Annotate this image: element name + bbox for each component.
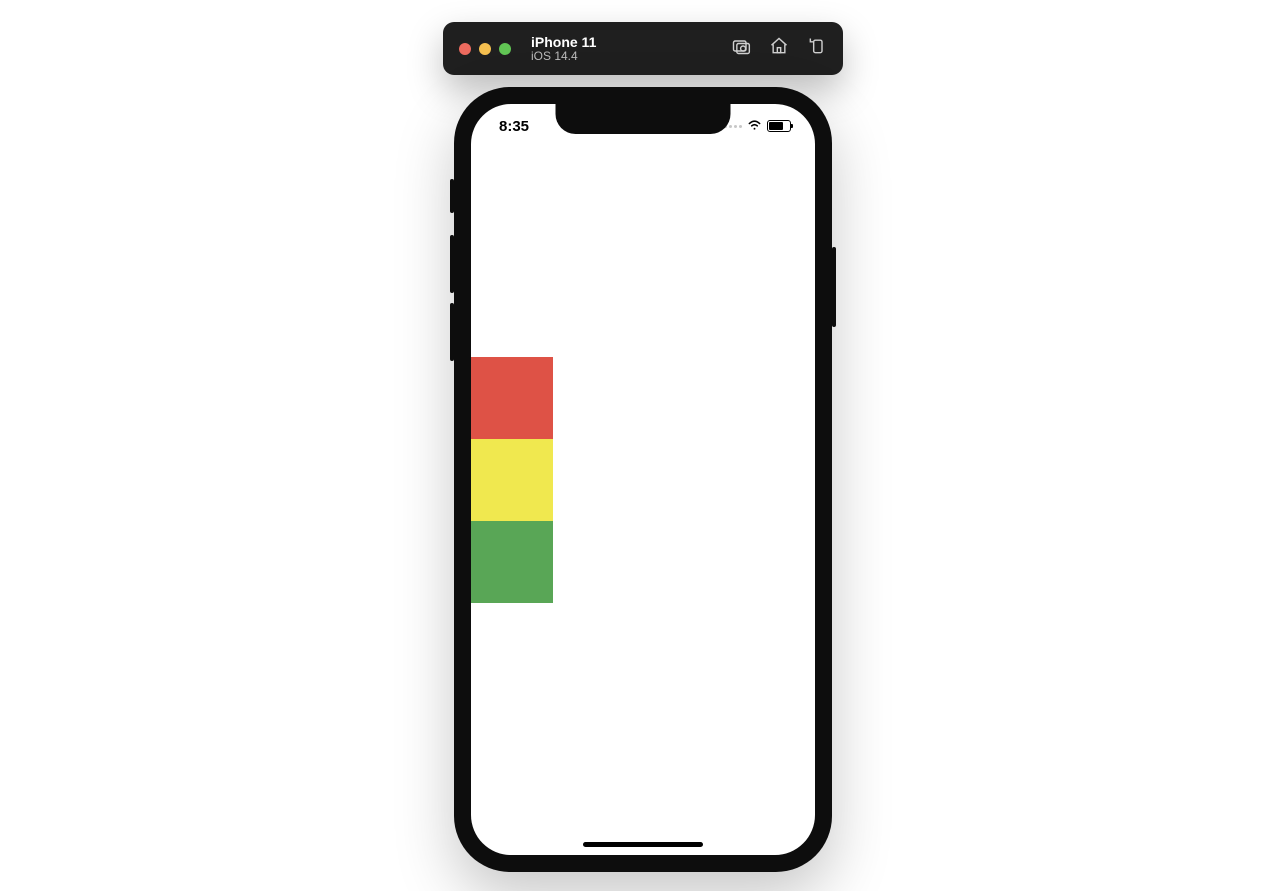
screenshot-icon[interactable] (731, 36, 751, 61)
simulator-toolbar (731, 36, 827, 61)
red-block (471, 357, 553, 439)
wifi-icon (747, 117, 762, 135)
volume-down-button[interactable] (450, 303, 454, 361)
phone-notch (556, 104, 731, 134)
app-content (471, 104, 815, 855)
window-traffic-lights (459, 43, 511, 55)
simulator-device-info: iPhone 11 iOS 14.4 (531, 34, 596, 64)
yellow-block (471, 439, 553, 521)
device-name-label: iPhone 11 (531, 34, 596, 50)
window-maximize-button[interactable] (499, 43, 511, 55)
status-time: 8:35 (499, 118, 529, 135)
status-indicators (724, 117, 791, 135)
mute-switch[interactable] (450, 179, 454, 213)
simulator-title-bar: iPhone 11 iOS 14.4 (443, 22, 843, 75)
power-button[interactable] (832, 247, 836, 327)
battery-icon (767, 120, 791, 132)
green-block (471, 521, 553, 603)
home-icon[interactable] (769, 36, 789, 61)
phone-frame: 8:35 (454, 87, 832, 872)
home-indicator[interactable] (583, 842, 703, 847)
volume-up-button[interactable] (450, 235, 454, 293)
window-minimize-button[interactable] (479, 43, 491, 55)
window-close-button[interactable] (459, 43, 471, 55)
phone-screen[interactable]: 8:35 (471, 104, 815, 855)
os-version-label: iOS 14.4 (531, 50, 596, 64)
rotate-icon[interactable] (807, 36, 827, 61)
